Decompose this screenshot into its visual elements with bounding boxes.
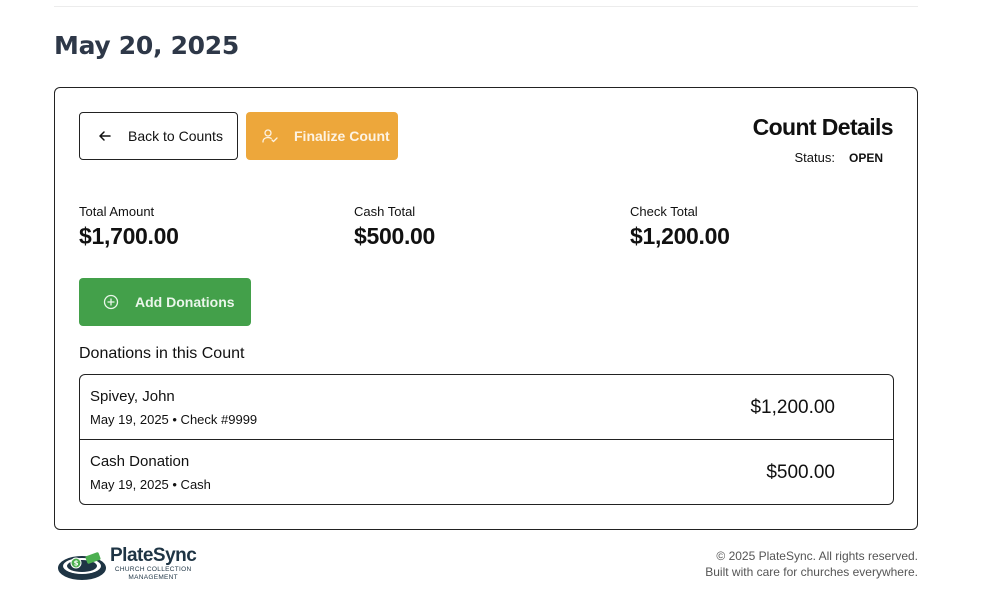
list-item[interactable]: Cash Donation May 19, 2025 • Cash $500.0…	[80, 440, 893, 504]
donation-meta: May 19, 2025 • Check #9999	[90, 412, 258, 427]
donor-name: Cash Donation	[90, 453, 190, 470]
back-to-counts-button[interactable]: Back to Counts	[79, 112, 238, 160]
donor-name: Spivey, John	[90, 388, 175, 405]
list-item[interactable]: Spivey, John May 19, 2025 • Check #9999 …	[80, 375, 893, 440]
cash-total-label: Cash Total	[354, 204, 416, 219]
cash-total: Cash Total $500.00	[354, 204, 435, 250]
donations-list: Spivey, John May 19, 2025 • Check #9999 …	[79, 374, 894, 505]
donations-section-title: Donations in this Count	[79, 345, 245, 362]
donation-amount: $500.00	[766, 462, 835, 483]
copyright-text: © 2025 PlateSync. All rights reserved.	[716, 549, 918, 563]
cash-total-value: $500.00	[354, 223, 436, 249]
logo-name: PlateSync	[110, 545, 197, 566]
plus-circle-icon	[103, 294, 119, 310]
count-details-title: Count Details	[752, 114, 894, 140]
check-total-label: Check Total	[630, 204, 698, 219]
total-amount: Total Amount $1,700.00	[79, 204, 179, 250]
finalize-button-label: Finalize Count	[294, 128, 390, 144]
back-button-label: Back to Counts	[128, 128, 223, 144]
logo-tagline-line1: CHURCH COLLECTION	[114, 566, 192, 573]
footer-tagline: Built with care for churches everywhere.	[705, 565, 918, 579]
page-title: May 20, 2025	[54, 31, 239, 60]
totals-summary: Total Amount $1,700.00 Cash Total $500.0…	[79, 204, 895, 254]
plate-logo-icon: $	[58, 552, 106, 580]
donation-meta: May 19, 2025 • Cash	[90, 477, 211, 492]
svg-text:$: $	[74, 560, 79, 568]
add-donations-button[interactable]: Add Donations	[79, 278, 251, 326]
logo-tagline-line2: MANAGEMENT	[128, 574, 178, 581]
footer-copyright: © 2025 PlateSync. All rights reserved. B…	[705, 548, 918, 580]
finalize-count-button[interactable]: Finalize Count	[246, 112, 398, 160]
arrow-left-icon	[99, 131, 111, 141]
status-row: Status: OPEN	[795, 150, 893, 165]
logo-text: PlateSync CHURCH COLLECTION MANAGEMENT	[110, 545, 197, 582]
total-amount-value: $1,700.00	[79, 223, 179, 249]
user-check-icon	[262, 129, 278, 143]
platesync-logo: $ PlateSync CHURCH COLLECTION MANAGEMENT	[56, 543, 206, 585]
top-divider	[54, 6, 918, 7]
check-total: Check Total $1,200.00	[630, 204, 730, 250]
check-total-value: $1,200.00	[630, 223, 730, 249]
count-details-card: Back to Counts Finalize Count Count Deta…	[54, 87, 918, 530]
status-label: Status:	[794, 150, 835, 165]
donation-amount: $1,200.00	[750, 397, 835, 418]
status-badge: OPEN	[848, 150, 883, 165]
add-donations-label: Add Donations	[135, 294, 235, 310]
total-amount-label: Total Amount	[79, 204, 155, 219]
